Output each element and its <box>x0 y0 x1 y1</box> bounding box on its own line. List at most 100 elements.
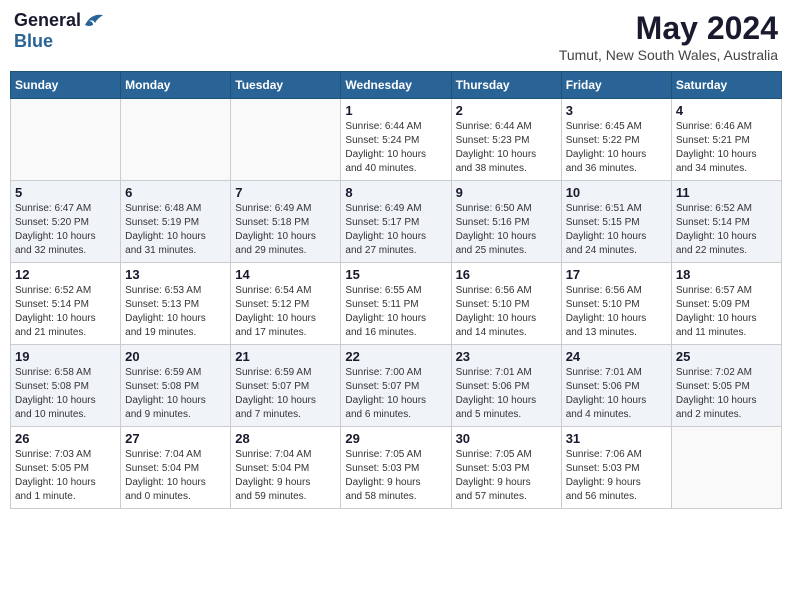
day-info: Sunrise: 6:55 AM Sunset: 5:11 PM Dayligh… <box>345 284 446 340</box>
calendar-cell <box>671 427 781 509</box>
day-info: Sunrise: 6:49 AM Sunset: 5:17 PM Dayligh… <box>345 202 446 258</box>
day-info: Sunrise: 6:47 AM Sunset: 5:20 PM Dayligh… <box>15 202 116 258</box>
day-number: 25 <box>676 349 777 364</box>
day-info: Sunrise: 6:48 AM Sunset: 5:19 PM Dayligh… <box>125 202 226 258</box>
day-number: 31 <box>566 431 667 446</box>
logo-general-text: General <box>14 10 81 31</box>
day-info: Sunrise: 6:56 AM Sunset: 5:10 PM Dayligh… <box>566 284 667 340</box>
weekday-header-monday: Monday <box>121 72 231 99</box>
calendar-cell <box>231 99 341 181</box>
day-info: Sunrise: 6:46 AM Sunset: 5:21 PM Dayligh… <box>676 120 777 176</box>
day-info: Sunrise: 7:03 AM Sunset: 5:05 PM Dayligh… <box>15 448 116 504</box>
day-info: Sunrise: 6:56 AM Sunset: 5:10 PM Dayligh… <box>456 284 557 340</box>
calendar-cell: 14Sunrise: 6:54 AM Sunset: 5:12 PM Dayli… <box>231 263 341 345</box>
calendar-cell: 27 Sunrise: 7:04 AM Sunset: 5:04 PM Dayli… <box>121 427 231 509</box>
calendar-cell: 23 Sunrise: 7:01 AM Sunset: 5:06 PM Dayli… <box>451 345 561 427</box>
day-number: 9 <box>456 185 557 200</box>
logo-blue-text: Blue <box>14 31 53 52</box>
calendar-cell: 1Sunrise: 6:44 AM Sunset: 5:24 PM Daylig… <box>341 99 451 181</box>
day-number: 27 <box>125 431 226 446</box>
calendar-cell: 10 Sunrise: 6:51 AM Sunset: 5:15 PM Dayli… <box>561 181 671 263</box>
page-header: General Blue May 2024 Tumut, New South W… <box>10 10 782 63</box>
day-number: 4 <box>676 103 777 118</box>
day-number: 5 <box>15 185 116 200</box>
calendar-cell: 19 Sunrise: 6:58 AM Sunset: 5:08 PM Dayli… <box>11 345 121 427</box>
day-info: Sunrise: 6:44 AM Sunset: 5:23 PM Dayligh… <box>456 120 557 176</box>
calendar-cell: 17 Sunrise: 6:56 AM Sunset: 5:10 PM Dayli… <box>561 263 671 345</box>
day-number: 10 <box>566 185 667 200</box>
day-number: 19 <box>15 349 116 364</box>
day-number: 26 <box>15 431 116 446</box>
day-info: Sunrise: 6:49 AM Sunset: 5:18 PM Dayligh… <box>235 202 336 258</box>
day-info: Sunrise: 7:05 AM Sunset: 5:03 PM Dayligh… <box>456 448 557 504</box>
calendar-cell: 18 Sunrise: 6:57 AM Sunset: 5:09 PM Dayli… <box>671 263 781 345</box>
day-info: Sunrise: 6:59 AM Sunset: 5:07 PM Dayligh… <box>235 366 336 422</box>
day-number: 28 <box>235 431 336 446</box>
day-info: Sunrise: 7:01 AM Sunset: 5:06 PM Dayligh… <box>566 366 667 422</box>
calendar-cell: 12 Sunrise: 6:52 AM Sunset: 5:14 PM Dayli… <box>11 263 121 345</box>
calendar-cell: 26 Sunrise: 7:03 AM Sunset: 5:05 PM Dayli… <box>11 427 121 509</box>
calendar-week-row: 5 Sunrise: 6:47 AM Sunset: 5:20 PM Daylig… <box>11 181 782 263</box>
location-subtitle: Tumut, New South Wales, Australia <box>559 47 778 63</box>
day-number: 6 <box>125 185 226 200</box>
month-year-title: May 2024 <box>559 10 778 47</box>
calendar-cell: 7 Sunrise: 6:49 AM Sunset: 5:18 PM Daylig… <box>231 181 341 263</box>
calendar-cell: 8Sunrise: 6:49 AM Sunset: 5:17 PM Daylig… <box>341 181 451 263</box>
day-number: 2 <box>456 103 557 118</box>
calendar-week-row: 19 Sunrise: 6:58 AM Sunset: 5:08 PM Dayli… <box>11 345 782 427</box>
day-number: 29 <box>345 431 446 446</box>
calendar-cell: 11 Sunrise: 6:52 AM Sunset: 5:14 PM Dayli… <box>671 181 781 263</box>
calendar-cell <box>11 99 121 181</box>
day-info: Sunrise: 6:58 AM Sunset: 5:08 PM Dayligh… <box>15 366 116 422</box>
calendar-cell: 3Sunrise: 6:45 AM Sunset: 5:22 PM Daylig… <box>561 99 671 181</box>
weekday-header-sunday: Sunday <box>11 72 121 99</box>
calendar-cell: 9 Sunrise: 6:50 AM Sunset: 5:16 PM Daylig… <box>451 181 561 263</box>
calendar-cell: 28 Sunrise: 7:04 AM Sunset: 5:04 PM Dayli… <box>231 427 341 509</box>
day-info: Sunrise: 7:05 AM Sunset: 5:03 PM Dayligh… <box>345 448 446 504</box>
day-info: Sunrise: 6:52 AM Sunset: 5:14 PM Dayligh… <box>15 284 116 340</box>
day-info: Sunrise: 7:01 AM Sunset: 5:06 PM Dayligh… <box>456 366 557 422</box>
calendar-cell: 13Sunrise: 6:53 AM Sunset: 5:13 PM Dayli… <box>121 263 231 345</box>
calendar-cell: 15 Sunrise: 6:55 AM Sunset: 5:11 PM Dayli… <box>341 263 451 345</box>
day-info: Sunrise: 6:57 AM Sunset: 5:09 PM Dayligh… <box>676 284 777 340</box>
weekday-header-tuesday: Tuesday <box>231 72 341 99</box>
calendar-cell: 20Sunrise: 6:59 AM Sunset: 5:08 PM Dayli… <box>121 345 231 427</box>
day-number: 17 <box>566 267 667 282</box>
day-info: Sunrise: 6:51 AM Sunset: 5:15 PM Dayligh… <box>566 202 667 258</box>
weekday-header-saturday: Saturday <box>671 72 781 99</box>
calendar-cell: 2 Sunrise: 6:44 AM Sunset: 5:23 PM Daylig… <box>451 99 561 181</box>
calendar-cell: 21Sunrise: 6:59 AM Sunset: 5:07 PM Dayli… <box>231 345 341 427</box>
day-number: 7 <box>235 185 336 200</box>
day-info: Sunrise: 6:54 AM Sunset: 5:12 PM Dayligh… <box>235 284 336 340</box>
day-info: Sunrise: 7:06 AM Sunset: 5:03 PM Dayligh… <box>566 448 667 504</box>
day-number: 16 <box>456 267 557 282</box>
day-info: Sunrise: 7:00 AM Sunset: 5:07 PM Dayligh… <box>345 366 446 422</box>
day-info: Sunrise: 7:04 AM Sunset: 5:04 PM Dayligh… <box>125 448 226 504</box>
calendar-header-row: SundayMondayTuesdayWednesdayThursdayFrid… <box>11 72 782 99</box>
day-number: 23 <box>456 349 557 364</box>
day-number: 12 <box>15 267 116 282</box>
calendar-cell: 4 Sunrise: 6:46 AM Sunset: 5:21 PM Daylig… <box>671 99 781 181</box>
calendar-week-row: 12 Sunrise: 6:52 AM Sunset: 5:14 PM Dayli… <box>11 263 782 345</box>
day-info: Sunrise: 6:45 AM Sunset: 5:22 PM Dayligh… <box>566 120 667 176</box>
day-number: 15 <box>345 267 446 282</box>
calendar-cell: 25Sunrise: 7:02 AM Sunset: 5:05 PM Dayli… <box>671 345 781 427</box>
day-info: Sunrise: 6:52 AM Sunset: 5:14 PM Dayligh… <box>676 202 777 258</box>
day-number: 20 <box>125 349 226 364</box>
calendar-cell: 29 Sunrise: 7:05 AM Sunset: 5:03 PM Dayli… <box>341 427 451 509</box>
day-number: 30 <box>456 431 557 446</box>
weekday-header-friday: Friday <box>561 72 671 99</box>
calendar-cell: 5 Sunrise: 6:47 AM Sunset: 5:20 PM Daylig… <box>11 181 121 263</box>
day-info: Sunrise: 6:50 AM Sunset: 5:16 PM Dayligh… <box>456 202 557 258</box>
calendar-cell: 22Sunrise: 7:00 AM Sunset: 5:07 PM Dayli… <box>341 345 451 427</box>
day-number: 18 <box>676 267 777 282</box>
calendar-cell <box>121 99 231 181</box>
weekday-header-thursday: Thursday <box>451 72 561 99</box>
logo: General Blue <box>14 10 105 52</box>
calendar-cell: 24Sunrise: 7:01 AM Sunset: 5:06 PM Dayli… <box>561 345 671 427</box>
weekday-header-wednesday: Wednesday <box>341 72 451 99</box>
logo-bird-icon <box>83 11 105 31</box>
day-number: 11 <box>676 185 777 200</box>
day-number: 13 <box>125 267 226 282</box>
day-info: Sunrise: 7:04 AM Sunset: 5:04 PM Dayligh… <box>235 448 336 504</box>
